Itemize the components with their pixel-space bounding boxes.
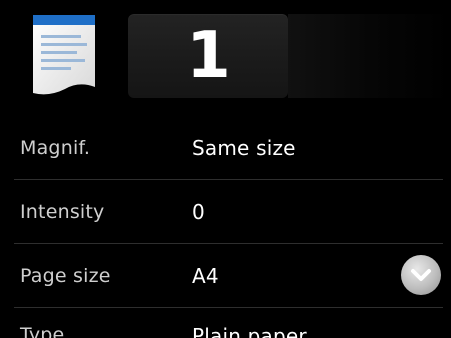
setting-label: Intensity [20, 201, 105, 223]
copies-value: 1 [186, 19, 231, 93]
setting-row-page-size[interactable]: Page size A4 [0, 244, 451, 308]
chevron-down-icon [411, 269, 431, 281]
copy-screen: 1 Magnif. Same size Intensity 0 Page siz… [0, 0, 451, 338]
setting-value: Plain paper [192, 324, 307, 338]
setting-value: Same size [192, 136, 296, 160]
copy-header: 1 [0, 0, 451, 110]
scroll-down-button[interactable] [401, 255, 441, 295]
setting-label: Page size [20, 265, 111, 287]
setting-row-intensity[interactable]: Intensity 0 [0, 180, 451, 244]
setting-value: 0 [192, 200, 205, 224]
copies-count-field[interactable]: 1 [128, 14, 288, 98]
document-icon [33, 15, 95, 95]
setting-label: Type [20, 324, 65, 338]
setting-value: A4 [192, 264, 219, 288]
setting-row-magnification[interactable]: Magnif. Same size [0, 116, 451, 180]
setting-row-type[interactable]: Type Plain paper [0, 308, 451, 338]
document-preview-button[interactable] [14, 8, 114, 102]
setting-label: Magnif. [20, 137, 91, 159]
settings-list: Magnif. Same size Intensity 0 Page size … [0, 116, 451, 338]
header-background [288, 14, 451, 98]
